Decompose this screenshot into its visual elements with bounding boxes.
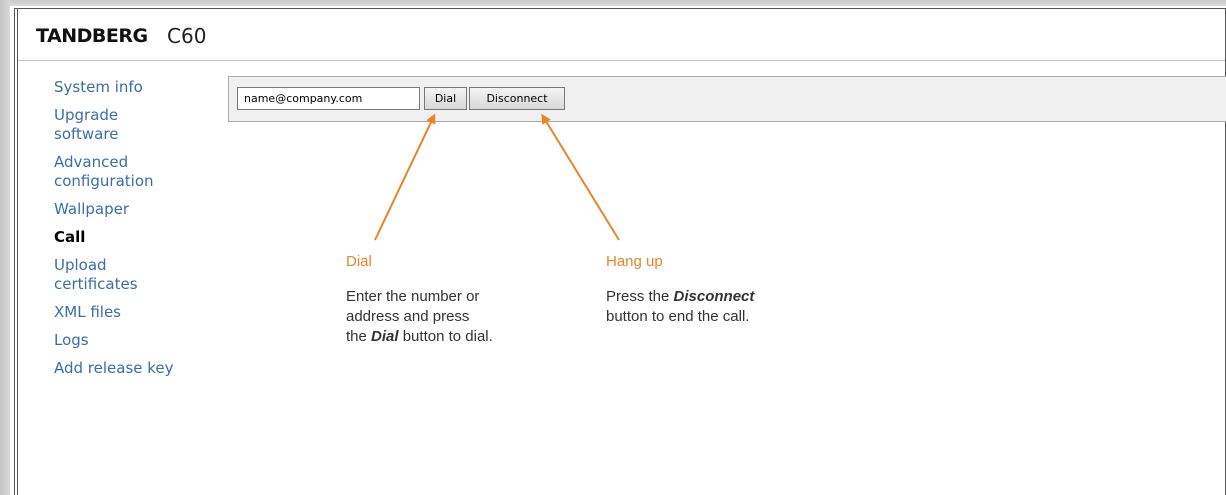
dial-callout-line2: address and press: [346, 308, 470, 325]
callout-arrows: [374, 113, 620, 241]
hangup-callout-line1: Press the Disconnect: [606, 288, 755, 305]
dial-callout-line3: the Dial button to dial.: [346, 328, 493, 345]
dial-callout-text: Enter the number or address and press th…: [346, 287, 576, 347]
dial-callout-line1: Enter the number or: [346, 288, 480, 305]
disconnect-arrow: [541, 113, 620, 241]
hangup-callout-line2: button to end the call.: [606, 308, 750, 325]
dial-arrow: [374, 113, 436, 241]
hangup-callout-text: Press the Disconnect button to end the c…: [606, 287, 836, 327]
dial-callout-title: Dial: [346, 253, 372, 270]
hangup-callout-title: Hang up: [606, 253, 663, 270]
